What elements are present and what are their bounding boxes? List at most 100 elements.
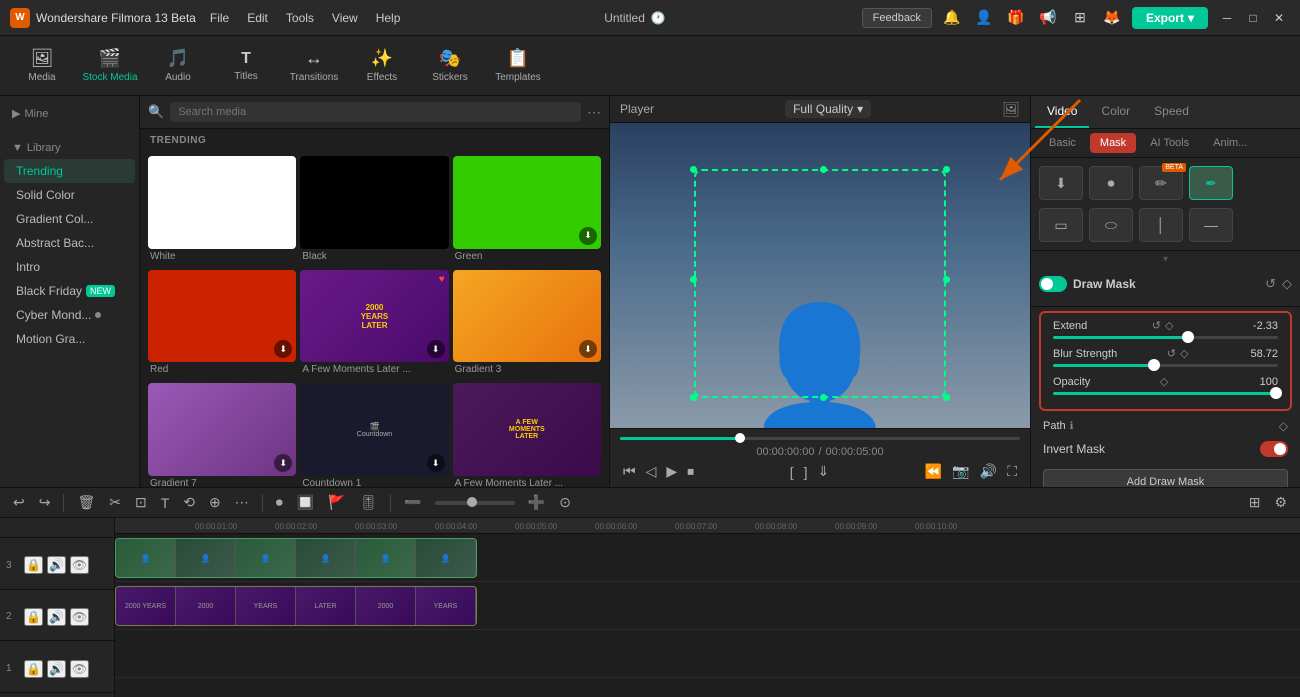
player-quality-selector[interactable]: Full Quality ▾ — [785, 100, 871, 118]
track-2-clip[interactable]: 2000 YEARS 2000 YEARS LATER 2000 YEARS — [115, 586, 477, 626]
toolbar-effects[interactable]: ✨ Effects — [350, 40, 414, 92]
media-thumb-fewmoments2[interactable]: A FEWMOMENTSLATER — [453, 383, 601, 476]
track-1-lock[interactable]: 🔒 — [24, 660, 43, 678]
oval-mask-button[interactable]: ⬭ — [1089, 208, 1133, 242]
menu-tools[interactable]: Tools — [278, 9, 322, 27]
track-3-audio[interactable]: 🔊 — [47, 556, 66, 574]
volume-button[interactable]: 🔊 — [977, 460, 1000, 483]
extend-reset-icon[interactable]: ↺ — [1152, 319, 1161, 332]
more-options-icon[interactable]: ⋯ — [587, 104, 601, 121]
sidebar-library-header[interactable]: ▼ Library — [4, 137, 135, 159]
close-button[interactable]: ✕ — [1268, 7, 1290, 29]
circle-mask-button[interactable]: ⏺ — [1089, 166, 1133, 200]
zoom-slider[interactable] — [435, 501, 515, 505]
progress-thumb[interactable] — [735, 433, 745, 443]
fit-view-button[interactable]: ⊙ — [554, 491, 576, 514]
track-2-audio[interactable]: 🔊 — [47, 608, 66, 626]
opacity-slider[interactable] — [1053, 392, 1278, 395]
hline-mask-button[interactable]: — — [1189, 208, 1233, 242]
zoom-in-button[interactable]: ➕ — [523, 491, 550, 514]
draw-mask-reset-icon[interactable]: ↺ — [1265, 276, 1276, 292]
undo-button[interactable]: ↩ — [8, 491, 30, 514]
track-2-eye[interactable]: 👁 — [70, 608, 89, 626]
track-1-eye[interactable]: 👁 — [70, 660, 89, 678]
layout-btn[interactable]: ⊞ — [1244, 491, 1266, 514]
crop-button[interactable]: ⊡ — [130, 491, 152, 514]
feedback-button[interactable]: Feedback — [862, 8, 932, 28]
invert-mask-toggle[interactable] — [1260, 441, 1288, 457]
blur-slider-thumb[interactable] — [1148, 359, 1160, 371]
add-draw-mask-button[interactable]: Add Draw Mask — [1043, 469, 1288, 487]
media-thumb-green[interactable]: ⬇ — [453, 156, 601, 249]
path-keyframe-icon[interactable]: ◇ — [1279, 419, 1288, 433]
zoom-btn[interactable]: ⊕ — [204, 491, 226, 514]
blur-slider[interactable] — [1053, 364, 1278, 367]
export-button[interactable]: Export ▾ — [1132, 7, 1208, 29]
frame-back-button[interactable]: ◁ — [643, 460, 660, 483]
more-btn2[interactable]: ⋯ — [230, 491, 254, 514]
tab-color[interactable]: Color — [1089, 96, 1142, 128]
draw-pen-button[interactable]: BETA ✏ — [1139, 166, 1183, 200]
menu-file[interactable]: File — [202, 9, 237, 27]
tab-speed[interactable]: Speed — [1142, 96, 1201, 128]
blur-reset-icon[interactable]: ↺ — [1167, 347, 1176, 360]
sidebar-item-abstract-bg[interactable]: Abstract Bac... — [4, 231, 135, 255]
media-thumb-red[interactable]: ⬇ — [148, 270, 296, 363]
import-mask-button[interactable]: ⬇ — [1039, 166, 1083, 200]
vline-mask-button[interactable]: │ — [1139, 208, 1183, 242]
sidebar-item-solid-color[interactable]: Solid Color — [4, 183, 135, 207]
extend-slider-thumb[interactable] — [1182, 331, 1194, 343]
notification-icon[interactable]: 🔔 — [940, 6, 964, 30]
media-thumb-countdown1[interactable]: 🎬 Countdown ⬇ — [300, 383, 448, 476]
media-thumb-black[interactable] — [300, 156, 448, 249]
menu-view[interactable]: View — [324, 9, 366, 27]
draw-shape-button[interactable]: ✒ — [1189, 166, 1233, 200]
toolbar-media[interactable]: 🖼 Media — [10, 40, 74, 92]
extract-button[interactable]: ⇓ — [815, 460, 833, 483]
track-1-audio[interactable]: 🔊 — [47, 660, 66, 678]
sub-tab-anim[interactable]: Anim... — [1203, 133, 1257, 153]
delete-button[interactable]: 🗑 — [72, 491, 100, 514]
fullscreen-button[interactable]: ⛶ — [1004, 460, 1020, 483]
toolbar-transitions[interactable]: ↔ Transitions — [282, 40, 346, 92]
sub-tab-ai-tools[interactable]: AI Tools — [1140, 133, 1199, 153]
gift-icon[interactable]: 🎁 — [1004, 6, 1028, 30]
draw-mask-keyframe-icon[interactable]: ◇ — [1282, 276, 1292, 292]
search-input[interactable] — [170, 102, 581, 122]
apps-icon[interactable]: ⊞ — [1068, 6, 1092, 30]
media-thumb-gradient3[interactable]: ⬇ — [453, 270, 601, 363]
play-button[interactable]: ▶ — [663, 460, 680, 483]
extend-slider[interactable] — [1053, 336, 1278, 339]
settings-btn[interactable]: ⚙ — [1269, 491, 1292, 514]
sub-tab-mask[interactable]: Mask — [1090, 133, 1136, 153]
toolbar-templates[interactable]: 📋 Templates — [486, 40, 550, 92]
transform-btn[interactable]: ⟲ — [178, 491, 200, 514]
track-3-clip[interactable]: 👤 👤 👤 👤 👤 👤 — [115, 538, 477, 578]
sidebar-mine-header[interactable]: ▶ Mine — [4, 102, 135, 125]
sidebar-item-motion-graphics[interactable]: Motion Gra... — [4, 327, 135, 351]
menu-help[interactable]: Help — [368, 9, 409, 27]
toolbar-stock-media[interactable]: 🎬 Stock Media — [78, 40, 142, 92]
blur-keyframe-icon[interactable]: ◇ — [1180, 347, 1188, 360]
redo-button[interactable]: ↪ — [34, 491, 56, 514]
player-settings-icon[interactable]: 🖼 — [1002, 101, 1020, 118]
opacity-slider-thumb[interactable] — [1270, 387, 1282, 399]
toolbar-audio[interactable]: 🎵 Audio — [146, 40, 210, 92]
track-2-lock[interactable]: 🔒 — [24, 608, 43, 626]
sidebar-item-intro[interactable]: Intro — [4, 255, 135, 279]
toolbar-stickers[interactable]: 🎭 Stickers — [418, 40, 482, 92]
toolbar-titles[interactable]: T Titles — [214, 40, 278, 92]
menu-edit[interactable]: Edit — [239, 9, 276, 27]
text-btn[interactable]: T — [156, 492, 175, 514]
mark-out-button[interactable]: ] — [801, 461, 811, 483]
prev-frame-button[interactable]: ⏪ — [922, 460, 945, 483]
mark-in-button[interactable]: [ — [787, 461, 797, 483]
progress-bar-container[interactable] — [620, 437, 1020, 440]
snap-button[interactable]: 🔲 — [292, 491, 319, 514]
cut-button[interactable]: ✂ — [104, 491, 126, 514]
draw-mask-toggle[interactable] — [1039, 276, 1067, 292]
sidebar-item-cyber-monday[interactable]: Cyber Mond... — [4, 303, 135, 327]
media-thumb-fewmoments1[interactable]: 2000YEARSLATER ⬇ ♥ — [300, 270, 448, 363]
audio-mix-button[interactable]: 🎚 — [355, 491, 383, 514]
maximize-button[interactable]: □ — [1242, 7, 1264, 29]
